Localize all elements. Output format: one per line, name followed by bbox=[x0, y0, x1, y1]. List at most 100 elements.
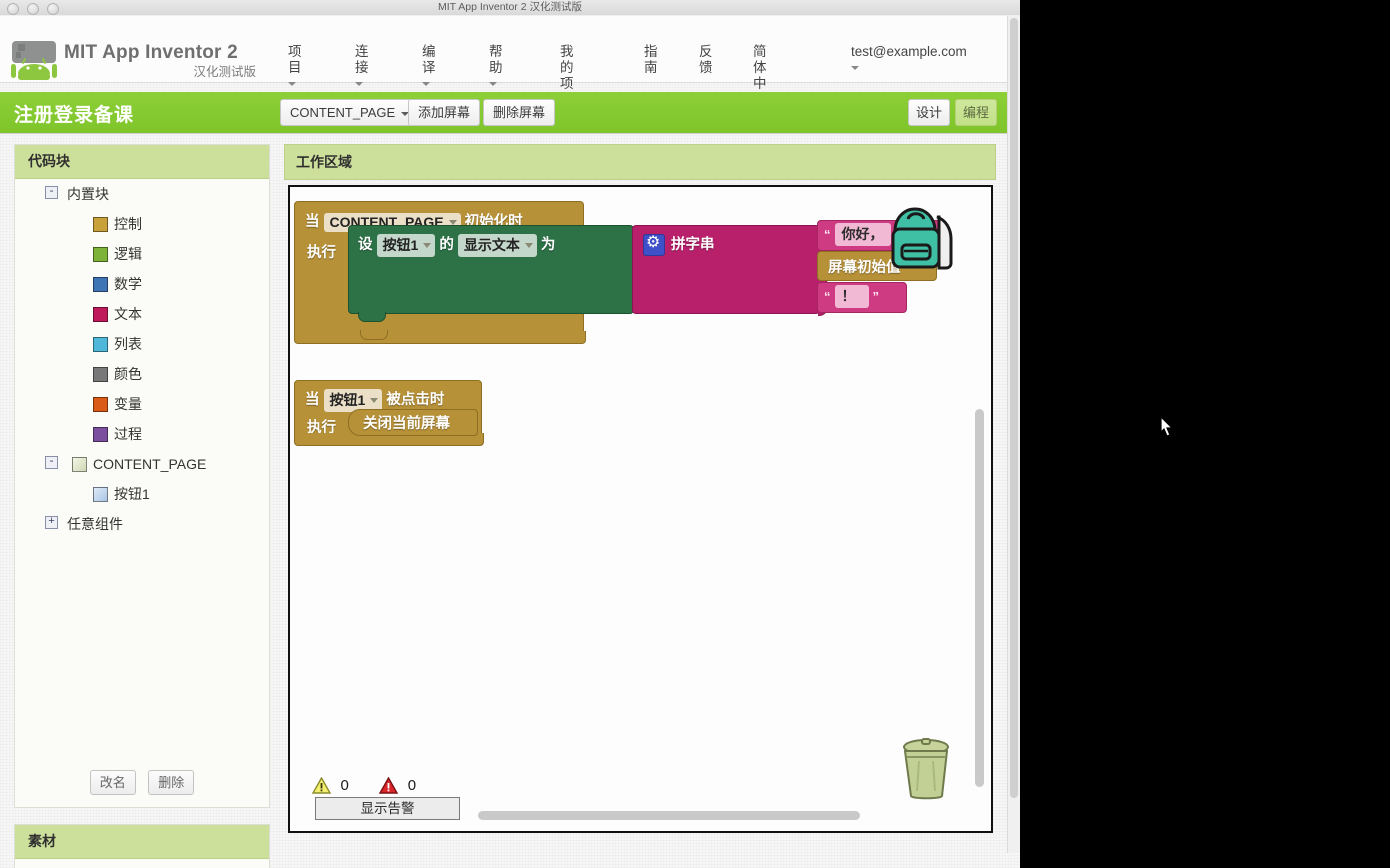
viewer-header: 工作区域 bbox=[296, 154, 352, 170]
brand-subtitle: 汉化测试版 bbox=[193, 65, 256, 79]
chevron-down-icon bbox=[288, 82, 296, 86]
color-swatch-math bbox=[93, 277, 108, 292]
palette-item-colors[interactable]: 颜色 bbox=[15, 359, 269, 389]
warning-group: 0 bbox=[311, 776, 349, 795]
block-set-button-text[interactable]: 设 按钮1 的 显示文本 为 bbox=[348, 225, 634, 314]
viewer-panel-header: 工作区域 bbox=[284, 144, 996, 180]
chevron-down-icon bbox=[851, 66, 859, 70]
blocks-palette-panel: 代码块 - 内置块 控制 逻辑 数学 文本 列表 颜色 变量 过程 - CONT… bbox=[14, 144, 270, 808]
brand-title: MIT App Inventor 2 bbox=[64, 42, 238, 63]
media-header: 素材 bbox=[15, 825, 269, 859]
palette-item-procedures[interactable]: 过程 bbox=[15, 419, 269, 449]
palette-label-colors: 颜色 bbox=[114, 366, 142, 382]
palette-label-procedures: 过程 bbox=[114, 426, 142, 442]
menu-item-projects[interactable]: 项目 bbox=[288, 44, 302, 86]
page-scrollbar-thumb[interactable] bbox=[1010, 18, 1018, 798]
chevron-down-icon bbox=[370, 398, 379, 404]
tree-label-any-component: 任意组件 bbox=[67, 516, 123, 532]
error-count: 0 bbox=[407, 777, 417, 795]
chevron-down-icon bbox=[422, 82, 430, 86]
menu-item-build[interactable]: 编译 bbox=[422, 44, 436, 86]
palette-item-control[interactable]: 控制 bbox=[15, 209, 269, 239]
screen-selector-dropdown[interactable]: CONTENT_PAGE bbox=[280, 99, 420, 126]
palette-label-math: 数学 bbox=[114, 276, 142, 292]
tree-row-any-component[interactable]: + 任意组件 bbox=[15, 509, 269, 539]
tree-row-button1[interactable]: 按钮1 bbox=[15, 479, 269, 509]
emulator-backdrop: — ✕ 内容页 你好，user！ bbox=[1020, 0, 1390, 868]
block-text-string-bang[interactable]: “！” bbox=[817, 282, 907, 313]
os-titlebar: MIT App Inventor 2 汉化测试版 bbox=[0, 0, 1020, 16]
block-init-notch bbox=[360, 330, 388, 340]
close-quote-icon: ” bbox=[872, 289, 880, 304]
gear-icon[interactable] bbox=[643, 233, 665, 256]
warning-icon bbox=[311, 776, 332, 794]
media-panel: 素材 bbox=[14, 824, 270, 868]
palette-item-text[interactable]: 文本 bbox=[15, 299, 269, 329]
color-swatch-procedures bbox=[93, 427, 108, 442]
project-toolbar: 注册登录备课 CONTENT_PAGE 添加屏幕 删除屏幕 设计 编程 bbox=[0, 92, 1008, 134]
menu-item-guide[interactable]: 指 南 bbox=[644, 44, 658, 76]
project-name: 注册登录备课 bbox=[14, 105, 135, 126]
tree-toggle-screen[interactable]: - bbox=[45, 456, 58, 469]
color-swatch-colors bbox=[93, 367, 108, 382]
menu-item-connect[interactable]: 连接 bbox=[355, 44, 369, 86]
text-string-field-bang[interactable]: ！ bbox=[834, 285, 869, 308]
blocks-workspace[interactable]: 当 CONTENT_PAGE 初始化时 执行 设 按钮1 的 显示文本 为 ⚙ … bbox=[288, 185, 993, 833]
color-swatch-variables bbox=[93, 397, 108, 412]
block-join[interactable]: 拼字串 bbox=[632, 225, 828, 316]
palette-label-variables: 变量 bbox=[114, 396, 142, 412]
os-window-title: MIT App Inventor 2 汉化测试版 bbox=[438, 1, 582, 13]
palette-header: 代码块 bbox=[15, 145, 269, 179]
block-set-property-dropdown[interactable]: 显示文本 bbox=[457, 233, 537, 257]
color-swatch-text bbox=[93, 307, 108, 322]
menu-item-feedback[interactable]: 反 馈 bbox=[699, 44, 713, 76]
color-swatch-lists bbox=[93, 337, 108, 352]
chevron-down-icon bbox=[423, 243, 432, 249]
page-vertical-scrollbar[interactable] bbox=[1007, 16, 1020, 853]
tree-label-builtin: 内置块 bbox=[67, 186, 109, 202]
block-set-component-dropdown[interactable]: 按钮1 bbox=[376, 233, 436, 257]
button-component-icon bbox=[93, 487, 108, 502]
palette-label-text: 文本 bbox=[114, 306, 142, 322]
block-set-row: 设 按钮1 的 显示文本 为 bbox=[358, 233, 555, 257]
block-close-screen-label: 关闭当前屏幕 bbox=[363, 416, 450, 432]
warning-count: 0 bbox=[340, 777, 349, 795]
tree-row-builtin[interactable]: - 内置块 bbox=[15, 179, 269, 209]
tree-row-screen[interactable]: - CONTENT_PAGE bbox=[15, 449, 269, 479]
color-swatch-logic bbox=[93, 247, 108, 262]
block-join-label: 拼字串 bbox=[671, 237, 715, 253]
tree-label-screen: CONTENT_PAGE bbox=[93, 456, 207, 472]
app-header: MIT App Inventor 2 汉化测试版 项目 连接 编译 帮助 我的项… bbox=[0, 16, 1008, 118]
blocks-canvas[interactable]: 当 CONTENT_PAGE 初始化时 执行 设 按钮1 的 显示文本 为 ⚙ … bbox=[290, 187, 991, 831]
palette-label-lists: 列表 bbox=[114, 336, 142, 352]
color-swatch-control bbox=[93, 217, 108, 232]
screenshot-root: MIT App Inventor 2 汉化测试版 MIT App Invento… bbox=[0, 0, 1390, 868]
trash-icon[interactable] bbox=[889, 731, 963, 805]
block-close-screen[interactable]: 关闭当前屏幕 bbox=[348, 409, 478, 436]
tab-blocks[interactable]: 编程 bbox=[955, 99, 997, 126]
palette-item-logic[interactable]: 逻辑 bbox=[15, 239, 269, 269]
workspace-vertical-scrollbar[interactable] bbox=[975, 409, 984, 787]
brand: MIT App Inventor 2 汉化测试版 bbox=[64, 42, 264, 80]
blocks-tree: - 内置块 控制 逻辑 数学 文本 列表 颜色 变量 过程 - CONTENT_… bbox=[15, 179, 269, 539]
chevron-down-icon bbox=[489, 82, 497, 86]
menu-item-help[interactable]: 帮助 bbox=[489, 44, 503, 86]
remove-screen-button[interactable]: 删除屏幕 bbox=[483, 99, 556, 126]
tree-toggle-builtin[interactable]: - bbox=[45, 186, 58, 199]
rename-button[interactable]: 改名 bbox=[89, 770, 136, 795]
show-warnings-button[interactable]: 显示告警 bbox=[315, 797, 460, 820]
palette-actions: 改名 删除 bbox=[15, 770, 269, 795]
menu-item-account[interactable]: test@example.com bbox=[851, 44, 967, 70]
tree-toggle-any-component[interactable]: + bbox=[45, 516, 58, 529]
add-screen-button[interactable]: 添加屏幕 bbox=[408, 99, 481, 126]
palette-item-math[interactable]: 数学 bbox=[15, 269, 269, 299]
backpack-icon[interactable] bbox=[881, 201, 963, 275]
delete-button[interactable]: 删除 bbox=[148, 770, 195, 795]
palette-item-lists[interactable]: 列表 bbox=[15, 329, 269, 359]
palette-item-variables[interactable]: 变量 bbox=[15, 389, 269, 419]
open-quote-icon: “ bbox=[824, 289, 831, 304]
warnings-bar: 0 0 bbox=[311, 776, 442, 795]
palette-label-logic: 逻辑 bbox=[114, 246, 142, 262]
workspace-horizontal-scrollbar[interactable] bbox=[478, 811, 860, 820]
tab-designer[interactable]: 设计 bbox=[908, 99, 950, 126]
